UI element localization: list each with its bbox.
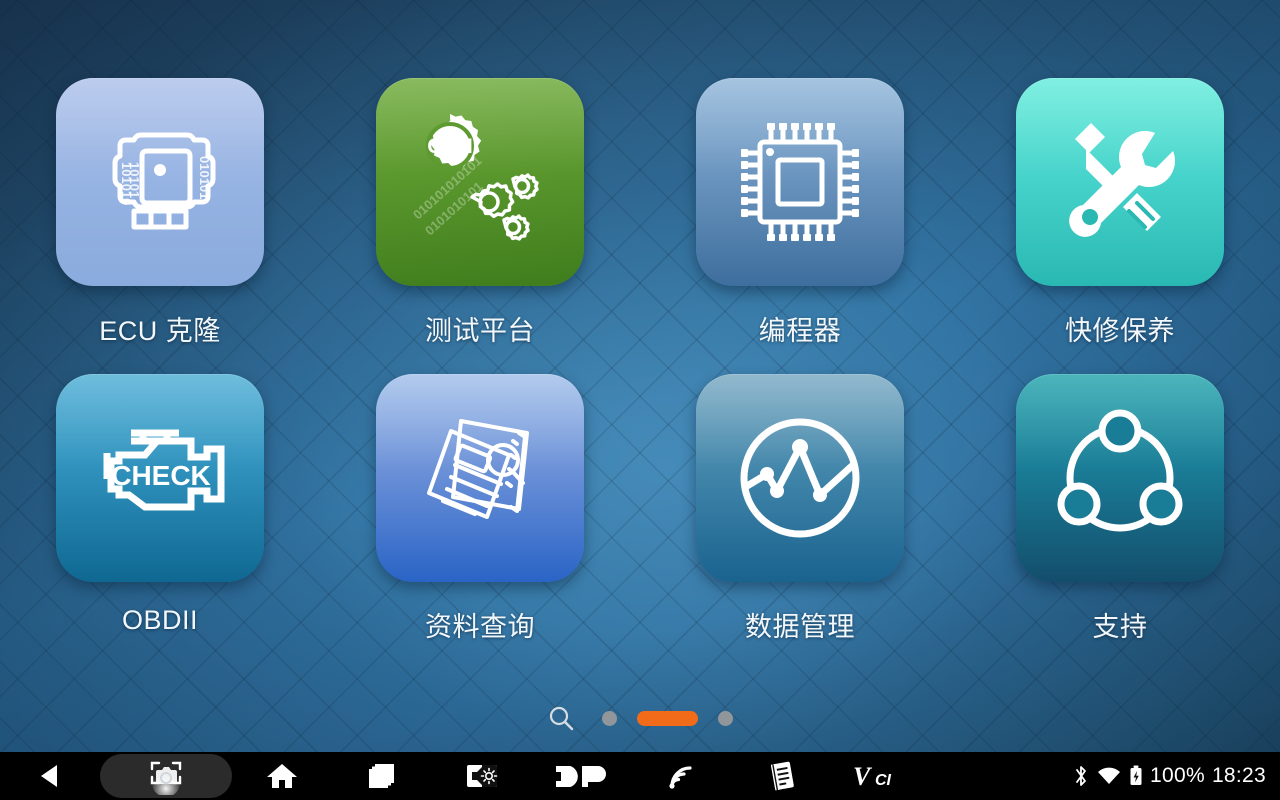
volume-brightness-icon [467,765,498,787]
app-label-programmer: 编程器 [758,316,842,346]
back-triangle-icon [41,765,57,787]
search-icon[interactable] [548,705,574,731]
app-tile-programmer[interactable] [696,78,904,286]
screenshot-camera-icon [150,761,182,795]
svg-text:CAN: CAN [427,135,473,158]
app-tile-obdii[interactable]: CHECK [56,374,264,582]
battery-percent-label: 100% [1150,764,1205,787]
dp-logo-icon [556,766,606,787]
app-grid: 10101 101010 010101 ECU 克隆 010101010101 … [0,78,1280,644]
clock-label: 18:23 [1211,764,1266,787]
notes-button[interactable] [732,752,832,800]
can-gears-icon: 010101010101 0101010101 CAN [410,114,539,241]
app-label-test-platform: 测试平台 [425,316,535,346]
app-item-programmer[interactable]: 编程器 [648,78,953,348]
app-label-data-manage: 数据管理 [745,612,855,642]
page-indicator [0,700,1280,736]
app-label-obdii: OBDII [121,605,198,635]
recent-apps-icon [369,764,394,788]
app-tile-test-platform[interactable]: 010101010101 0101010101 CAN [376,78,584,286]
home-icon [267,764,297,788]
battery-charging-icon [1130,765,1142,785]
app-item-obdii[interactable]: CHECK OBDII [8,374,313,644]
app-item-test-platform[interactable]: 010101010101 0101010101 CAN 测试平台 [328,78,633,348]
app-tile-ecu-clone[interactable]: 10101 101010 010101 [56,78,264,286]
app-tile-data-manage[interactable] [696,374,904,582]
app-tile-data-query[interactable] [376,374,584,582]
can-gear: CAN [426,114,482,170]
page-dot-2-active[interactable] [636,710,698,726]
status-area: 100% 18:23 [1073,764,1280,788]
wrench-tools-icon [1069,123,1175,237]
volume-brightness-button[interactable] [432,752,532,800]
notes-document-icon [770,761,794,791]
app-item-data-manage[interactable]: 数据管理 [648,374,953,644]
app-tile-support[interactable] [1016,374,1224,582]
app-label-quick-service: 快修保养 [1065,316,1175,346]
chip-icon [741,123,859,241]
svg-text:CI: CI [875,772,892,789]
app-label-data-query: 资料查询 [425,612,535,642]
check-engine-text: CHECK [111,460,211,491]
wifi-icon [1098,767,1121,784]
recent-apps-button[interactable] [332,752,432,800]
taskbar: V CI 100% 18:23 [0,752,1280,800]
check-engine-icon: CHECK [103,429,224,511]
page-dot-3[interactable] [717,710,733,726]
screenshot-button[interactable] [100,752,232,800]
taskbar-buttons: V CI [0,752,1073,800]
ecu-led-dot [154,164,166,176]
app-item-data-query[interactable]: 资料查询 [328,374,633,644]
vci-logo-icon: V CI [853,762,892,791]
svg-text:V: V [853,762,873,791]
back-button[interactable] [0,752,100,800]
svg-text:010101: 010101 [197,156,212,199]
wifi-signal-icon [669,766,692,789]
svg-text:101010: 101010 [119,162,134,205]
app-tile-quick-service[interactable] [1016,78,1224,286]
page-dot-1[interactable] [601,710,617,726]
signal-button[interactable] [632,752,732,800]
vci-button[interactable]: V CI [832,752,932,800]
app-item-support[interactable]: 支持 [968,374,1273,644]
bluetooth-icon [1076,766,1086,786]
dp-button[interactable] [532,752,632,800]
home-button[interactable] [232,752,332,800]
app-item-ecu-clone[interactable]: 10101 101010 010101 ECU 克隆 [8,78,313,348]
chart-circle-icon [740,418,860,538]
app-label-support: 支持 [1092,612,1148,642]
app-item-quick-service[interactable]: 快修保养 [968,78,1273,348]
documents-search-icon [427,419,529,519]
ecu-module-icon: 10101 101010 010101 [112,132,216,230]
network-nodes-icon [1057,409,1183,532]
app-label-ecu-clone: ECU 克隆 [99,316,221,346]
